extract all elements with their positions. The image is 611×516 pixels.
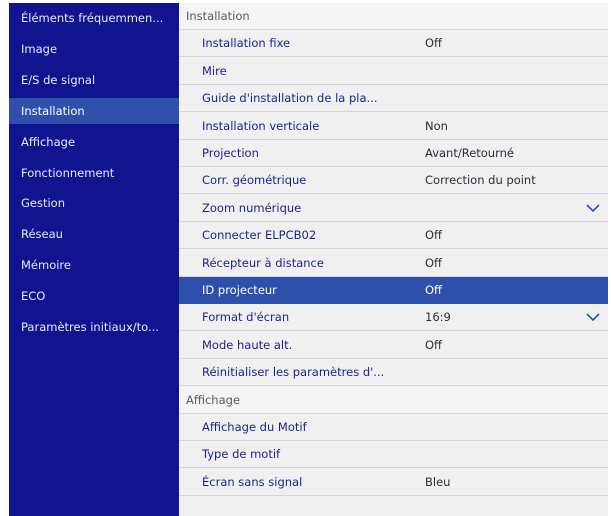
sidebar-item-label: Fonctionnement	[21, 165, 115, 180]
sidebar-item-eco[interactable]: ECO	[9, 283, 179, 309]
settings-row[interactable]: Zoom numérique	[179, 195, 608, 222]
sidebar-menu: Éléments fréquemmen... Image E/S de signal…	[9, 3, 179, 516]
settings-row[interactable]: Corr. géométrique Correction du point	[179, 167, 608, 195]
sidebar-item-label: Éléments fréquemmen...	[21, 11, 164, 25]
settings-row[interactable]: Affichage du Motif	[179, 414, 608, 441]
sidebar-item-label: Gestion	[21, 196, 66, 211]
settings-row[interactable]: Récepteur à distance Off	[179, 250, 608, 277]
settings-row[interactable]: Écran sans signal Bleu	[179, 469, 608, 496]
setting-label: Corr. géométrique	[202, 173, 307, 188]
sidebar-item-label: Paramètres initiaux/to...	[21, 320, 159, 334]
setting-value: Off	[425, 36, 442, 51]
setting-value: Non	[425, 118, 448, 133]
settings-row[interactable]: Installation fixe Off	[179, 30, 608, 58]
sidebar-item-label: Affichage	[21, 134, 76, 149]
chevron-down-icon[interactable]	[586, 312, 600, 322]
setting-label: Installation fixe	[202, 36, 291, 51]
section-title: Affichage	[186, 392, 241, 407]
sidebar-item-gestion[interactable]: Gestion	[9, 190, 179, 216]
sidebar-item-fonctionnement[interactable]: Fonctionnement	[9, 160, 179, 186]
setting-value: Off	[425, 337, 442, 352]
section-header: Affichage	[179, 386, 608, 414]
setting-label: Format d'écran	[202, 310, 290, 325]
setting-label: ID projecteur	[202, 283, 277, 297]
sidebar-item-memoire[interactable]: Mémoire	[9, 252, 179, 278]
sidebar-item-elements-frequemmen[interactable]: Éléments fréquemmen...	[9, 5, 179, 31]
sidebar-item-label: Installation	[21, 103, 85, 118]
setting-label: Écran sans signal	[202, 474, 303, 489]
setting-label: Mode haute alt.	[202, 337, 293, 352]
settings-panel: Installation Installation fixe Off Mire Guid…	[179, 3, 608, 516]
settings-row[interactable]: Projection Avant/Retourné	[179, 140, 608, 167]
section-header: Installation	[179, 3, 608, 30]
settings-row[interactable]: Format d'écran 16:9	[179, 304, 608, 332]
settings-row[interactable]: Type de motif	[179, 441, 608, 469]
setting-label: Connecter ELPCB02	[202, 228, 317, 243]
setting-label: Zoom numérique	[202, 200, 302, 215]
setting-label: Mire	[202, 63, 227, 78]
setting-label: Installation verticale	[202, 118, 320, 133]
settings-row[interactable]: Mire	[179, 58, 608, 85]
sidebar-item-installation[interactable]: Installation	[9, 97, 179, 124]
setting-value: Off	[425, 255, 442, 270]
setting-value: Off	[425, 283, 442, 297]
setting-value: Avant/Retourné	[425, 146, 514, 160]
settings-row[interactable]: Guide d'installation de la pla...	[179, 85, 608, 113]
setting-label: Projection	[202, 146, 259, 160]
sidebar-item-label: E/S de signal	[21, 72, 96, 87]
chevron-down-icon[interactable]	[586, 203, 600, 213]
settings-row[interactable]: Réinitialiser les paramètres d'...	[179, 359, 608, 387]
sidebar-item-e-s-de-signal[interactable]: E/S de signal	[9, 67, 179, 93]
sidebar-item-label: Image	[21, 41, 58, 56]
projector-menu-screen: Éléments fréquemmen... Image E/S de signal…	[9, 3, 608, 516]
settings-row[interactable]: Installation verticale Non	[179, 113, 608, 140]
setting-value: Correction du point	[425, 173, 536, 188]
setting-label: Réinitialiser les paramètres d'...	[202, 365, 385, 380]
settings-row[interactable]: ID projecteur Off	[179, 277, 608, 304]
sidebar-item-label: Mémoire	[21, 258, 71, 273]
sidebar-item-parametres-initiaux-to[interactable]: Paramètres initiaux/to...	[9, 314, 179, 340]
sidebar-item-label: Réseau	[21, 227, 63, 242]
settings-row[interactable]: Connecter ELPCB02 Off	[179, 222, 608, 250]
setting-label: Affichage du Motif	[202, 420, 307, 434]
sidebar-item-affichage[interactable]: Affichage	[9, 129, 179, 155]
setting-label: Guide d'installation de la pla...	[202, 91, 378, 106]
sidebar-item-label: ECO	[21, 289, 46, 304]
setting-value: Off	[425, 228, 442, 243]
sidebar-item-reseau[interactable]: Réseau	[9, 221, 179, 247]
setting-value: Bleu	[425, 474, 451, 489]
settings-row[interactable]: Mode haute alt. Off	[179, 332, 608, 359]
section-title: Installation	[186, 9, 250, 23]
sidebar-item-image[interactable]: Image	[9, 36, 179, 62]
setting-label: Type de motif	[202, 447, 281, 462]
setting-label: Récepteur à distance	[202, 255, 324, 270]
setting-value: 16:9	[425, 310, 451, 325]
